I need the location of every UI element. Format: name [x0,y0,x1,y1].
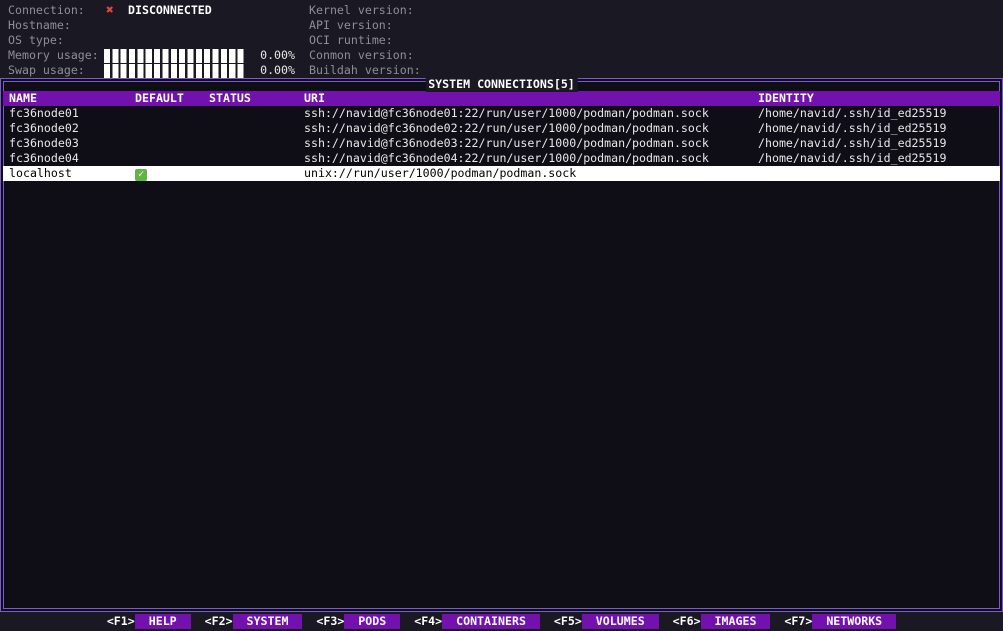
fkey-networks[interactable]: <F7> NETWORKS [784,614,896,629]
connection-identity: /home/navid/.ssh/id_ed25519 [758,136,946,151]
table-row[interactable]: fc36node03 ssh://navid@fc36node03:22/run… [3,136,1000,151]
fkey-system[interactable]: <F2> SYSTEM [205,614,303,629]
status-header: Connection: ✖ DISCONNECTED Kernel versio… [0,3,1003,78]
fkey-containers[interactable]: <F4> CONTAINERS [414,614,540,629]
fkey-chip: IMAGES [701,614,771,629]
panel-title: SYSTEM CONNECTIONS[5] [425,77,578,92]
table-row[interactable]: fc36node01 ssh://navid@fc36node01:22/run… [3,106,1000,121]
connection-uri: ssh://navid@fc36node03:22/run/user/1000/… [304,136,709,151]
api-version-label: API version: [309,18,393,33]
fkey-label: <F5> [554,614,582,629]
function-key-bar: <F1> HELP <F2> SYSTEM <F3> PODS <F4> CON… [0,614,1003,629]
column-header-name: NAME [9,91,37,106]
fkey-pods[interactable]: <F3> PODS [316,614,400,629]
fkey-label: <F6> [673,614,701,629]
table-row[interactable]: fc36node02 ssh://navid@fc36node02:22/run… [3,121,1000,136]
column-header-uri: URI [304,91,325,106]
fkey-chip: HELP [135,614,191,629]
fkey-label: <F1> [107,614,135,629]
swap-usage-label: Swap usage: [8,63,85,78]
connection-uri: unix://run/user/1000/podman/podman.sock [304,166,576,181]
memory-usage-label: Memory usage: [8,48,99,63]
connection-name: fc36node02 [9,121,79,136]
fkey-help[interactable]: <F1> HELP [107,614,191,629]
fkey-chip: VOLUMES [582,614,659,629]
connection-label: Connection: [8,3,85,18]
connections-table: NAME DEFAULT STATUS URI IDENTITY fc36nod… [3,91,1000,181]
connection-name: fc36node01 [9,106,79,121]
table-header-row: NAME DEFAULT STATUS URI IDENTITY [3,91,1000,106]
connection-identity: /home/navid/.ssh/id_ed25519 [758,106,946,121]
memory-usage-value: 0.00% [260,48,295,63]
column-header-status: STATUS [209,91,251,106]
fkey-label: <F7> [784,614,812,629]
buildah-version-label: Buildah version: [309,63,421,78]
conmon-version-label: Conmon version: [309,48,414,63]
cross-mark-icon: ✖ [106,3,114,18]
fkey-label: <F3> [316,614,344,629]
fkey-chip: CONTAINERS [442,614,540,629]
connection-identity: /home/navid/.ssh/id_ed25519 [758,121,946,136]
connection-name: fc36node03 [9,136,79,151]
hostname-label: Hostname: [8,18,71,33]
check-mark-icon: ✓ [135,169,147,181]
fkey-label: <F2> [205,614,233,629]
connection-identity: /home/navid/.ssh/id_ed25519 [758,151,946,166]
fkey-volumes[interactable]: <F5> VOLUMES [554,614,659,629]
connection-name: localhost [9,166,72,181]
fkey-chip: NETWORKS [812,614,896,629]
table-row-selected[interactable]: localhost ✓ unix://run/user/1000/podman/… [3,166,1000,181]
connection-uri: ssh://navid@fc36node04:22/run/user/1000/… [304,151,709,166]
fkey-label: <F4> [414,614,442,629]
swap-usage-gauge [104,64,246,78]
oci-runtime-label: OCI runtime: [309,33,393,48]
connection-uri: ssh://navid@fc36node01:22/run/user/1000/… [304,106,709,121]
os-type-label: OS type: [8,33,64,48]
connection-uri: ssh://navid@fc36node02:22/run/user/1000/… [304,121,709,136]
fkey-images[interactable]: <F6> IMAGES [673,614,771,629]
connection-name: fc36node04 [9,151,79,166]
memory-usage-gauge [104,49,246,63]
swap-usage-value: 0.00% [260,63,295,78]
column-header-default: DEFAULT [135,91,184,106]
kernel-version-label: Kernel version: [309,3,414,18]
system-connections-panel: SYSTEM CONNECTIONS[5] NAME DEFAULT STATU… [0,78,1003,612]
table-row[interactable]: fc36node04 ssh://navid@fc36node04:22/run… [3,151,1000,166]
fkey-chip: SYSTEM [233,614,303,629]
connection-status: DISCONNECTED [128,3,212,18]
column-header-identity: IDENTITY [758,91,814,106]
fkey-chip: PODS [344,614,400,629]
